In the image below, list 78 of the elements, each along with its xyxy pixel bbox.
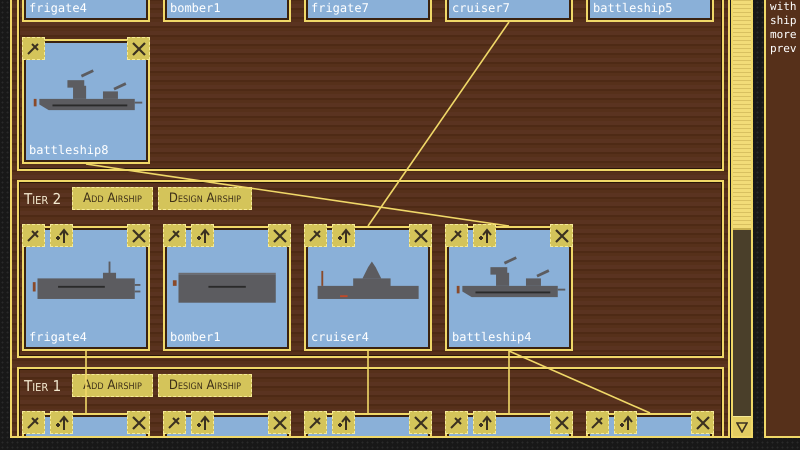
- airship-name: battleship8: [29, 143, 108, 157]
- design-airship-button[interactable]: Design Airship: [158, 374, 252, 397]
- upgrade-button[interactable]: [332, 411, 355, 434]
- tier-title: Tier 1: [24, 376, 62, 394]
- airship-name: cruiser7: [452, 1, 510, 15]
- upgrade-arrow-icon: [478, 228, 492, 244]
- airship-card[interactable]: cruiser7: [445, 0, 573, 22]
- close-icon: [554, 228, 570, 244]
- remove-button[interactable]: [550, 411, 573, 434]
- close-icon: [694, 414, 710, 430]
- airship-name: frigate4: [29, 1, 87, 15]
- remove-button[interactable]: [127, 411, 150, 434]
- airship-card[interactable]: bomber1: [163, 226, 291, 351]
- airship-name: bomber1: [170, 1, 221, 15]
- upgrade-arrow-icon: [54, 228, 68, 244]
- airship-name: frigate7: [311, 1, 369, 15]
- edit-button[interactable]: [22, 411, 45, 434]
- close-icon: [412, 414, 428, 430]
- upgrade-arrow-icon: [336, 228, 350, 244]
- airship-name: battleship4: [452, 330, 532, 344]
- upgrade-button[interactable]: [332, 224, 355, 247]
- remove-button[interactable]: [691, 411, 714, 434]
- edit-button[interactable]: [22, 224, 45, 247]
- add-airship-button[interactable]: Add Airship: [72, 187, 153, 210]
- airship-card[interactable]: frigate4: [22, 0, 150, 22]
- edit-button[interactable]: [586, 411, 609, 434]
- airship-card[interactable]: battleship4: [445, 226, 573, 351]
- edit-button[interactable]: [22, 37, 45, 60]
- upgrade-button[interactable]: [473, 224, 496, 247]
- remove-button[interactable]: [127, 224, 150, 247]
- info-text: with ship more prev: [770, 0, 796, 56]
- upgrade-arrow-icon: [196, 228, 210, 244]
- tier-title: Tier 2: [24, 190, 62, 208]
- scroll-down-button[interactable]: [733, 416, 751, 436]
- edit-button[interactable]: [304, 411, 327, 434]
- upgrade-arrow-icon: [336, 414, 350, 430]
- edit-button[interactable]: [163, 411, 186, 434]
- upgrade-button[interactable]: [473, 411, 496, 434]
- upgrade-button[interactable]: [191, 224, 214, 247]
- remove-button[interactable]: [268, 411, 291, 434]
- close-icon: [130, 40, 146, 56]
- close-icon: [412, 228, 428, 244]
- remove-button[interactable]: [409, 411, 432, 434]
- upgrade-button[interactable]: [50, 411, 73, 434]
- edit-button[interactable]: [445, 411, 468, 434]
- upgrade-arrow-icon: [54, 414, 68, 430]
- upgrade-button[interactable]: [50, 224, 73, 247]
- edit-button[interactable]: [163, 224, 186, 247]
- edit-button[interactable]: [445, 224, 468, 247]
- airship-card[interactable]: bomber1: [163, 0, 291, 22]
- close-icon: [272, 414, 288, 430]
- remove-button[interactable]: [268, 224, 291, 247]
- edit-button[interactable]: [304, 224, 327, 247]
- airship-name: cruiser4: [311, 330, 369, 344]
- airship-card[interactable]: frigate4: [22, 226, 150, 351]
- airship-card[interactable]: battleship5: [586, 0, 714, 22]
- airship-name: bomber1: [170, 330, 221, 344]
- upgrade-button[interactable]: [614, 411, 637, 434]
- remove-button[interactable]: [409, 224, 432, 247]
- close-icon: [130, 228, 146, 244]
- scroll-thumb[interactable]: [733, 0, 751, 230]
- airship-name: battleship5: [593, 1, 672, 15]
- airship-name: frigate4: [29, 330, 87, 344]
- upgrade-arrow-icon: [196, 414, 210, 430]
- triangle-down-icon: [736, 420, 748, 432]
- airship-card[interactable]: frigate7: [304, 0, 432, 22]
- airship-card[interactable]: cruiser4: [304, 226, 432, 351]
- scrollbar[interactable]: [731, 0, 753, 438]
- airship-card[interactable]: battleship8: [22, 39, 150, 164]
- remove-button[interactable]: [550, 224, 573, 247]
- upgrade-button[interactable]: [191, 411, 214, 434]
- design-airship-button[interactable]: Design Airship: [158, 187, 252, 210]
- close-icon: [130, 414, 146, 430]
- upgrade-arrow-icon: [478, 414, 492, 430]
- close-icon: [554, 414, 570, 430]
- upgrade-arrow-icon: [618, 414, 632, 430]
- close-icon: [272, 228, 288, 244]
- remove-button[interactable]: [127, 37, 150, 60]
